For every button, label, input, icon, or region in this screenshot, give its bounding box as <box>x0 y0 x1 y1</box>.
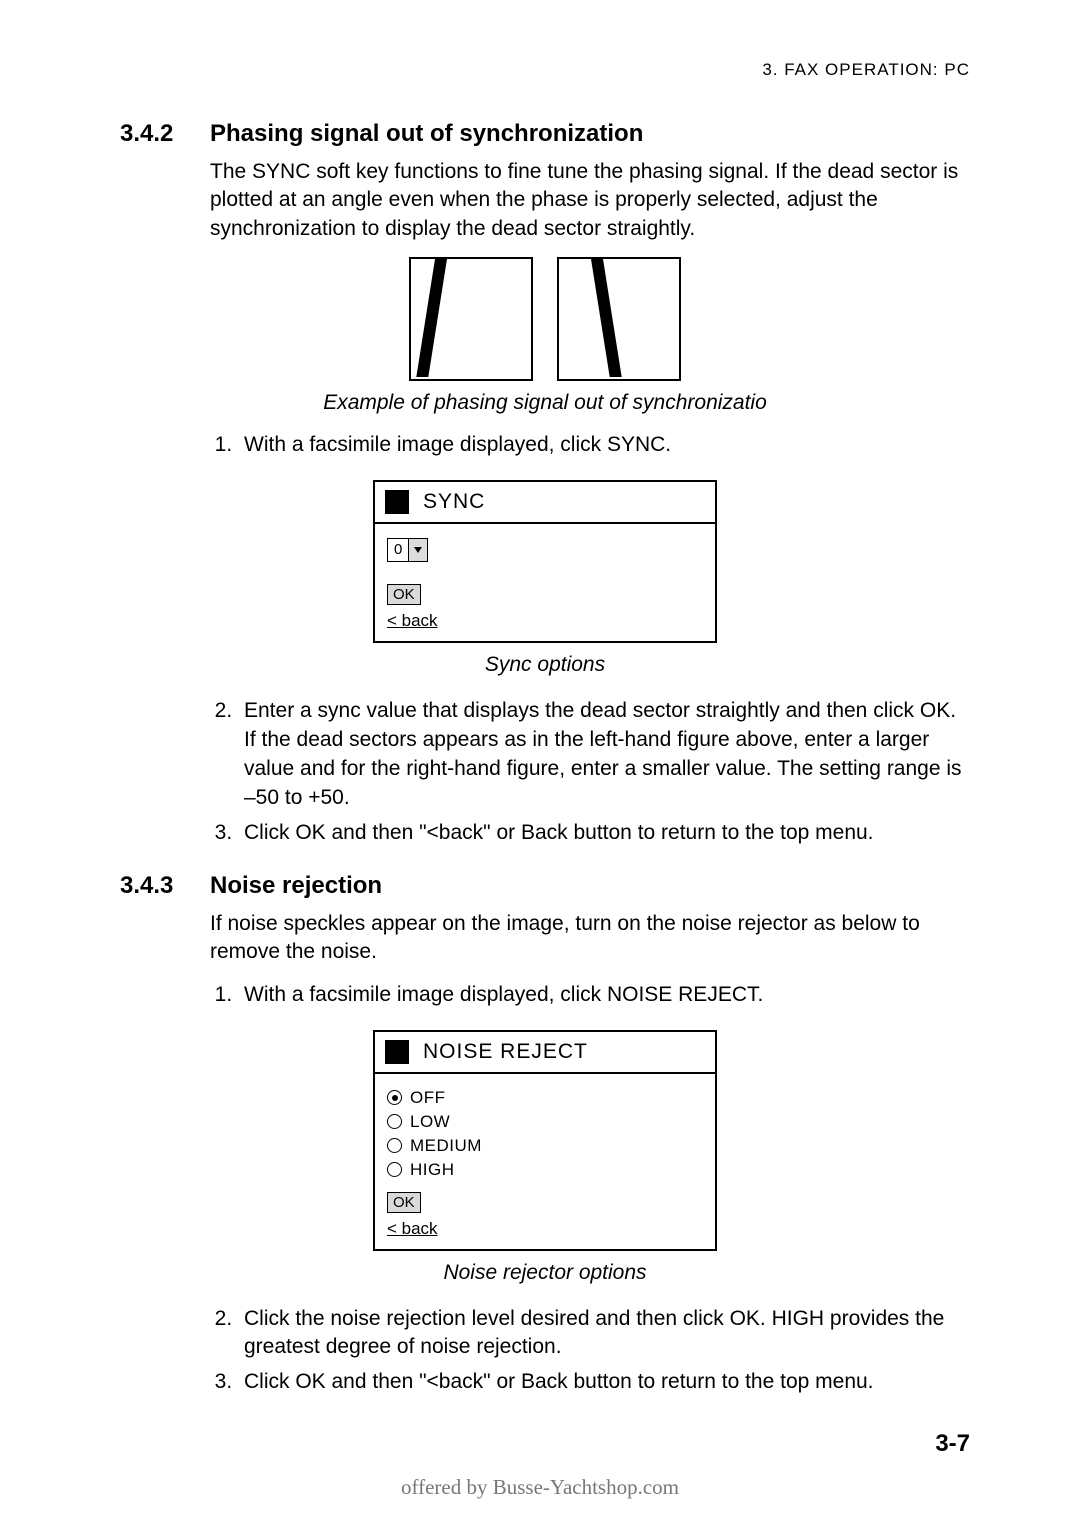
radio-icon <box>387 1114 402 1129</box>
step-1: With a facsimile image displayed, click … <box>238 981 970 1010</box>
section-title: Noise rejection <box>210 872 382 900</box>
radio-label: MEDIUM <box>410 1136 482 1156</box>
radio-label: HIGH <box>410 1160 455 1180</box>
back-link[interactable]: < back <box>387 1219 703 1239</box>
radio-icon <box>387 1090 402 1105</box>
steps-list: With a facsimile image displayed, click … <box>210 981 970 1010</box>
section-title: Phasing signal out of synchronization <box>210 120 643 148</box>
radio-icon <box>387 1138 402 1153</box>
radio-off[interactable]: OFF <box>387 1088 703 1108</box>
back-link[interactable]: < back <box>387 611 703 631</box>
step-2: Enter a sync value that displays the dea… <box>238 697 970 813</box>
sync-dialog-titlebar: SYNC <box>375 482 715 524</box>
ok-button[interactable]: OK <box>387 1192 421 1213</box>
ok-button[interactable]: OK <box>387 584 421 605</box>
section-number: 3.4.3 <box>120 872 210 900</box>
steps-list: With a facsimile image displayed, click … <box>210 431 970 460</box>
sync-value: 0 <box>388 539 408 561</box>
section-number: 3.4.2 <box>120 120 210 148</box>
dialog-icon <box>385 490 409 514</box>
steps-list-cont: Click the noise rejection level desired … <box>210 1305 970 1398</box>
intro-paragraph: If noise speckles appear on the image, t… <box>210 910 970 967</box>
noise-caption: Noise rejector options <box>120 1261 970 1285</box>
section-heading: 3.4.2 Phasing signal out of synchronizat… <box>120 120 970 148</box>
sync-caption: Sync options <box>120 653 970 677</box>
phase-left-box <box>409 257 533 381</box>
radio-label: OFF <box>410 1088 446 1108</box>
page-number: 3-7 <box>935 1430 970 1458</box>
radio-medium[interactable]: MEDIUM <box>387 1136 703 1156</box>
noise-dialog: NOISE REJECT OFF LOW MEDIUM HIGH <box>373 1030 717 1251</box>
figure-caption: Example of phasing signal out of synchro… <box>120 391 970 415</box>
noise-dialog-titlebar: NOISE REJECT <box>375 1032 715 1074</box>
sync-dialog-title: SYNC <box>423 490 485 514</box>
chevron-down-icon[interactable] <box>408 539 427 561</box>
radio-high[interactable]: HIGH <box>387 1160 703 1180</box>
step-3: Click OK and then "<back" or Back button… <box>238 1368 970 1397</box>
radio-icon <box>387 1162 402 1177</box>
section-heading: 3.4.3 Noise rejection <box>120 872 970 900</box>
dialog-icon <box>385 1040 409 1064</box>
radio-low[interactable]: LOW <box>387 1112 703 1132</box>
running-head: 3. FAX OPERATION: PC <box>120 60 970 80</box>
noise-dialog-title: NOISE REJECT <box>423 1040 588 1064</box>
step-1: With a facsimile image displayed, click … <box>238 431 970 460</box>
radio-label: LOW <box>410 1112 450 1132</box>
sync-dialog: SYNC 0 OK < back <box>373 480 717 643</box>
footer-credit: offered by Busse-Yachtshop.com <box>0 1475 1080 1500</box>
step-3: Click OK and then "<back" or Back button… <box>238 819 970 848</box>
steps-list-cont: Enter a sync value that displays the dea… <box>210 697 970 848</box>
phase-right-box <box>557 257 681 381</box>
sync-value-dropdown[interactable]: 0 <box>387 538 428 562</box>
phasing-figure <box>120 257 970 381</box>
intro-paragraph: The SYNC soft key functions to fine tune… <box>210 158 970 243</box>
step-2: Click the noise rejection level desired … <box>238 1305 970 1363</box>
